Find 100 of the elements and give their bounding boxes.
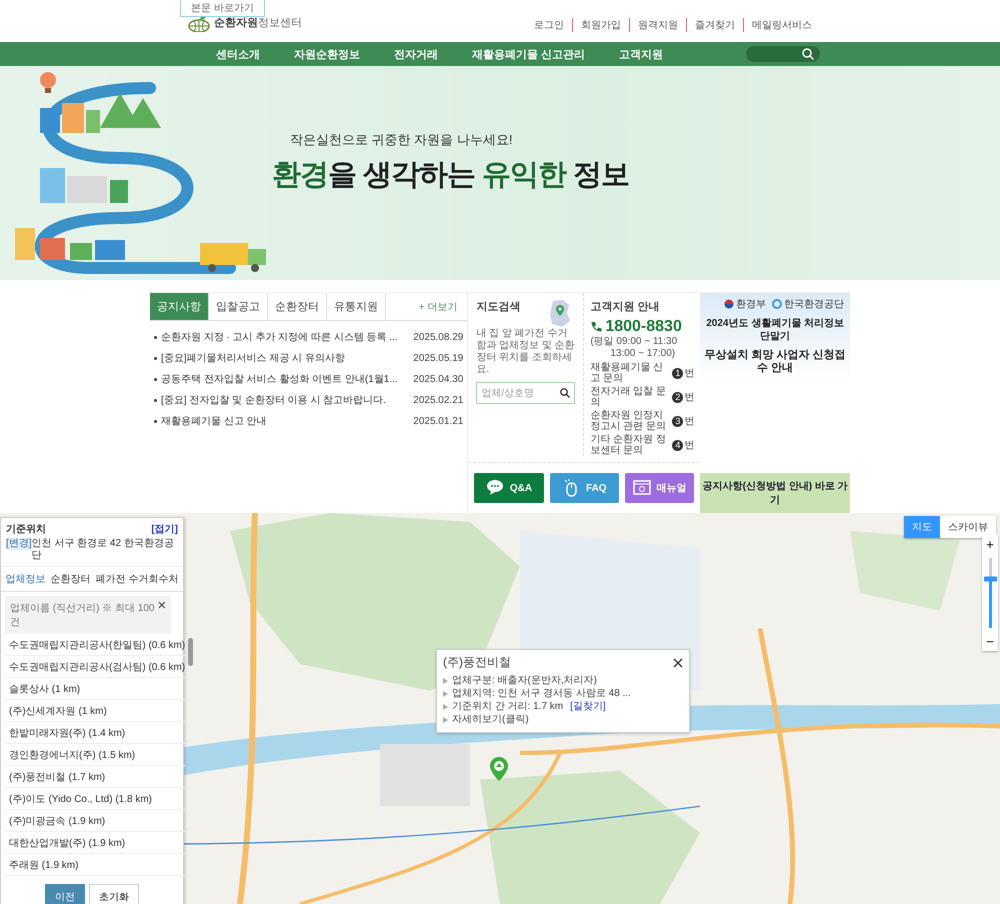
inquiry-label: 순환자원 인정지정고시 관련 문의 bbox=[590, 410, 667, 432]
hours-text: 13:00 ~ 17:00) bbox=[609, 348, 676, 360]
panel-tab[interactable]: 순환장터 bbox=[50, 572, 91, 586]
result-list-item[interactable]: 수도권매립지관리공사(한일팀) (0.6 km) bbox=[5, 634, 186, 656]
list-header: 업체이름 (직선거리) ※ 최대 100건 bbox=[10, 602, 156, 629]
recycle-marker-icon bbox=[490, 757, 508, 781]
collapse-link[interactable]: [접기] bbox=[151, 522, 178, 536]
utility-link[interactable]: 원격지원 bbox=[629, 18, 686, 32]
result-list-item[interactable]: 한밭미래자원(주) (1.4 km) bbox=[5, 722, 186, 744]
bullet-icon bbox=[154, 336, 157, 339]
result-list-item[interactable]: 슬롯상사 (1 km) bbox=[5, 678, 186, 700]
manual-window-icon bbox=[632, 479, 651, 497]
utility-link[interactable]: 메일링서비스 bbox=[743, 18, 820, 32]
result-list-item[interactable]: 수도권매립지관리공사(검사팀) (0.6 km) bbox=[5, 656, 186, 678]
bullet-icon bbox=[154, 378, 157, 381]
close-icon[interactable] bbox=[158, 601, 166, 609]
promo-title: 2024년도 생활폐기물 처리정보 단말기 bbox=[705, 317, 846, 343]
section-title: 고객지원 안내 bbox=[590, 300, 660, 314]
bullet-icon bbox=[443, 690, 448, 696]
close-icon bbox=[673, 658, 683, 668]
popup-line: 기준위치 간 거리: 1.7 km bbox=[452, 700, 564, 713]
banner-tagline: 작은실천으로 귀중한 자원을 나누세요! bbox=[290, 131, 514, 149]
popup-title: (주)풍전비철 bbox=[443, 654, 511, 671]
result-list-item[interactable]: (주)미광금속 (1.9 km) bbox=[5, 810, 186, 832]
result-list-item[interactable]: 주래원 (1.9 km) bbox=[5, 854, 186, 876]
nav-menu-item[interactable]: 자원순환정보 bbox=[277, 46, 377, 62]
nav-menu-item[interactable]: 센터소개 bbox=[180, 46, 277, 62]
notice-link[interactable]: 순환자원 지정 · 고시 추가 지정에 따른 시스템 등록 ... bbox=[161, 331, 398, 344]
inquiry-label: 기타 순환자원 정보센터 문의 bbox=[590, 434, 667, 456]
map-search-description: 내 집 앞 폐가전 수거함과 업체정보 및 순환장터 위치를 조회하세요. bbox=[476, 328, 576, 376]
result-list-item[interactable]: (주)이도 (Yido Co., Ltd) (1.8 km) bbox=[5, 788, 186, 810]
result-list-item[interactable]: (주)신세계자원 (1 km) bbox=[5, 700, 186, 722]
unit-label: 번 bbox=[684, 392, 694, 402]
logo-text: 한국환경공단 bbox=[784, 298, 844, 311]
popup-line: 자세히보기(클릭) bbox=[452, 713, 529, 726]
phone-number: 1800-8830 bbox=[605, 318, 682, 336]
notice-link[interactable]: [중요]폐기물처리서비스 제공 시 유의사항 bbox=[161, 352, 345, 365]
result-list-item[interactable]: 경인환경에너지(주) (1.5 km) bbox=[5, 744, 186, 766]
map-type-button[interactable]: 스카이뷰 bbox=[940, 516, 996, 538]
nav-menu-item[interactable]: 재활용폐기물 신고관리 bbox=[455, 46, 602, 62]
result-list-item[interactable]: 대한산업개발(주) (1.9 km) bbox=[5, 832, 186, 854]
number-badge: 3 bbox=[672, 416, 684, 426]
notice-date: 2025.04.30 bbox=[413, 373, 464, 386]
nav-menu-item[interactable]: 고객지원 bbox=[602, 46, 680, 62]
quick-link-button[interactable]: Q&A bbox=[474, 473, 544, 503]
zoom-slider-handle[interactable] bbox=[984, 576, 996, 582]
result-list-item[interactable]: (주)풍전비철 (1.7 km) bbox=[5, 766, 186, 788]
hours-text: (평일 09:00 ~ 11:30 bbox=[590, 336, 678, 348]
number-badge: 4 bbox=[672, 440, 684, 450]
popup-line: 업체지역: 인천 서구 경서동 사람로 48 ... bbox=[452, 687, 631, 700]
promo-title: 무상설치 희망 사업자 신청접수 안내 bbox=[704, 349, 847, 375]
panel-tab[interactable]: 폐가전 수거회수처 bbox=[96, 572, 178, 586]
number-badge: 1 bbox=[672, 368, 684, 378]
bullet-icon bbox=[443, 704, 448, 710]
inquiry-label: 재활용폐기물 신고 문의 bbox=[590, 362, 664, 384]
notice-link[interactable]: [중요] 전자입찰 및 순환장터 이용 시 참고바랍니다. bbox=[161, 394, 386, 407]
banner-headline: 환경을 생각하는 유익한 정보 bbox=[272, 158, 630, 193]
previous-button[interactable]: 이전 bbox=[45, 884, 85, 904]
change-location-link[interactable]: [변경] bbox=[6, 538, 32, 550]
bullet-icon bbox=[154, 357, 157, 360]
section-title: 지도검색 bbox=[476, 300, 522, 314]
nav-menu-item[interactable]: 전자거래 bbox=[377, 46, 455, 62]
base-address: 인천 서구 환경로 42 한국환경공단 bbox=[32, 538, 175, 562]
circle-logo-icon bbox=[772, 299, 782, 309]
notice-link[interactable]: 공동주택 전자입찰 서비스 활성화 이벤트 안내(1월1... bbox=[161, 373, 398, 386]
more-link[interactable]: + 더보기 bbox=[418, 300, 468, 314]
reset-button[interactable]: 초기화 bbox=[89, 884, 139, 904]
emblem-icon bbox=[724, 299, 734, 309]
close-button[interactable] bbox=[673, 658, 683, 668]
utility-link[interactable]: 즐겨찾기 bbox=[686, 18, 743, 32]
utility-link[interactable]: 로그인 bbox=[526, 18, 572, 32]
unit-label: 번 bbox=[684, 368, 694, 378]
search-field[interactable] bbox=[746, 46, 820, 62]
search-icon bbox=[802, 48, 814, 60]
speech-bubble-icon bbox=[486, 479, 504, 497]
number-badge: 2 bbox=[672, 392, 684, 402]
bullet-icon bbox=[154, 420, 157, 423]
phone-icon bbox=[590, 321, 602, 333]
quick-link-button[interactable]: 매뉴얼 bbox=[624, 473, 694, 503]
zoom-in-button[interactable]: + bbox=[982, 535, 998, 554]
utility-link[interactable]: 회원가입 bbox=[572, 18, 629, 32]
site-logo[interactable]: 순환자원정보센터 bbox=[214, 14, 302, 30]
zoom-out-button[interactable]: − bbox=[982, 632, 998, 651]
popup-line: 업체구분: 배출자(운반자,처리자) bbox=[452, 674, 597, 687]
bullet-icon bbox=[443, 716, 448, 722]
panel-tab[interactable]: 업체정보 bbox=[6, 572, 46, 586]
scrollbar-thumb bbox=[188, 638, 194, 666]
unit-label: 번 bbox=[684, 440, 694, 450]
bullet-icon bbox=[443, 678, 448, 684]
promo-link-button[interactable]: 공지사항(신청방법 안내) 바로 가기 bbox=[700, 473, 850, 513]
panel-title: 기준위치 bbox=[6, 523, 46, 536]
search-icon bbox=[560, 388, 570, 398]
notice-tab[interactable]: 공지사항 bbox=[150, 293, 209, 320]
skip-link[interactable]: 본문 바로가기 bbox=[180, 0, 265, 17]
notice-date: 2025.02.21 bbox=[413, 394, 464, 407]
notice-link[interactable]: 재활용폐기물 신고 안내 bbox=[161, 415, 267, 428]
logo-text: 환경부 bbox=[736, 298, 766, 311]
directions-link[interactable]: [길찾기] bbox=[570, 700, 606, 713]
inquiry-label: 전자거래 입찰 문의 bbox=[590, 386, 667, 408]
notice-date: 2025.01.21 bbox=[413, 415, 464, 428]
